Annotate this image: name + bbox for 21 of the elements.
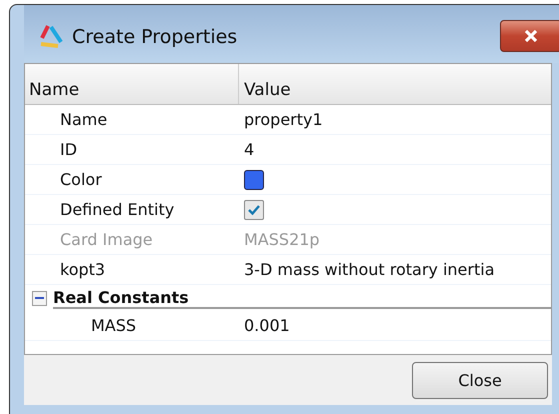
close-button[interactable]: Close (412, 362, 548, 398)
checkmark-icon (247, 204, 261, 216)
property-name: Card Image (59, 230, 154, 249)
column-header[interactable]: Value (239, 64, 551, 104)
color-swatch[interactable] (244, 170, 264, 190)
property-name: Defined Entity (59, 200, 176, 219)
group-label: Real Constants (53, 288, 551, 308)
property-name: ID (59, 140, 78, 159)
property-value[interactable]: 3-D mass without rotary inertia (244, 260, 494, 279)
close-icon[interactable] (500, 20, 559, 52)
property-name: Color (59, 170, 103, 189)
property-value[interactable]: 0.001 (244, 316, 290, 335)
column-header[interactable]: Name (25, 64, 239, 104)
property-name: kopt3 (59, 260, 106, 279)
property-name: Name (59, 110, 108, 129)
property-value[interactable]: 4 (244, 140, 254, 159)
property-name: MASS (90, 316, 138, 335)
property-value[interactable]: property1 (244, 110, 323, 129)
window-title: Create Properties (72, 26, 238, 48)
collapse-toggle[interactable] (32, 290, 47, 306)
checkbox[interactable] (244, 200, 264, 220)
